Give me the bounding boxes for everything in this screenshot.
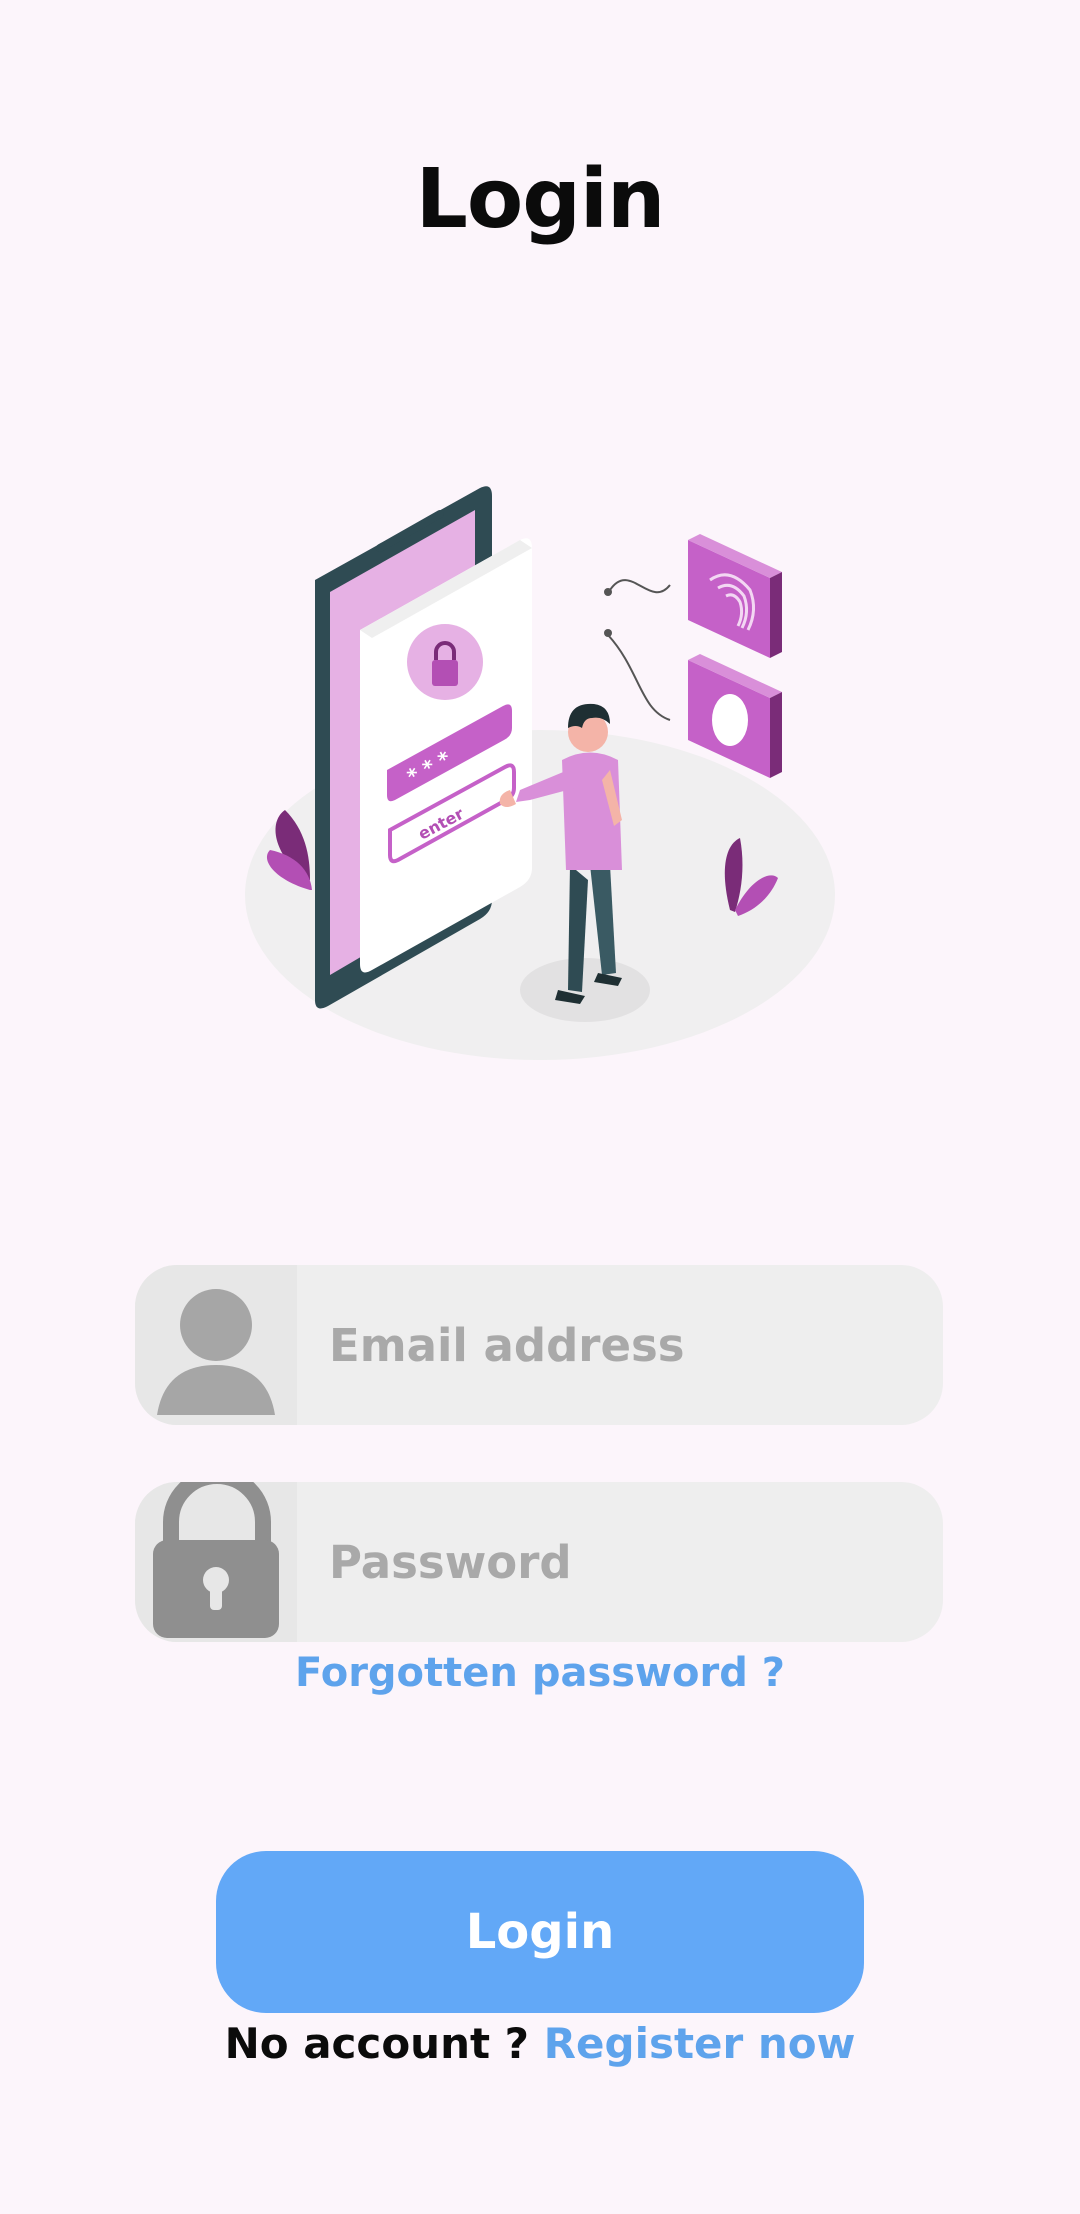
phone-login-illustration: * * * enter — [230, 470, 850, 1090]
password-input[interactable] — [329, 1482, 909, 1642]
lock-icon — [135, 1482, 297, 1642]
register-link[interactable]: Register now — [544, 2019, 856, 2068]
login-button[interactable]: Login — [216, 1851, 864, 2013]
register-prompt-text: No account ? — [224, 2019, 530, 2068]
password-field[interactable] — [135, 1482, 943, 1642]
user-icon — [135, 1265, 297, 1425]
register-prompt-line: No account ? Register now — [0, 2014, 1080, 2074]
email-input[interactable] — [329, 1265, 909, 1425]
email-field[interactable] — [135, 1265, 943, 1425]
page-title: Login — [415, 152, 666, 247]
forgot-password-link[interactable]: Forgotten password ? — [0, 1643, 1080, 1703]
